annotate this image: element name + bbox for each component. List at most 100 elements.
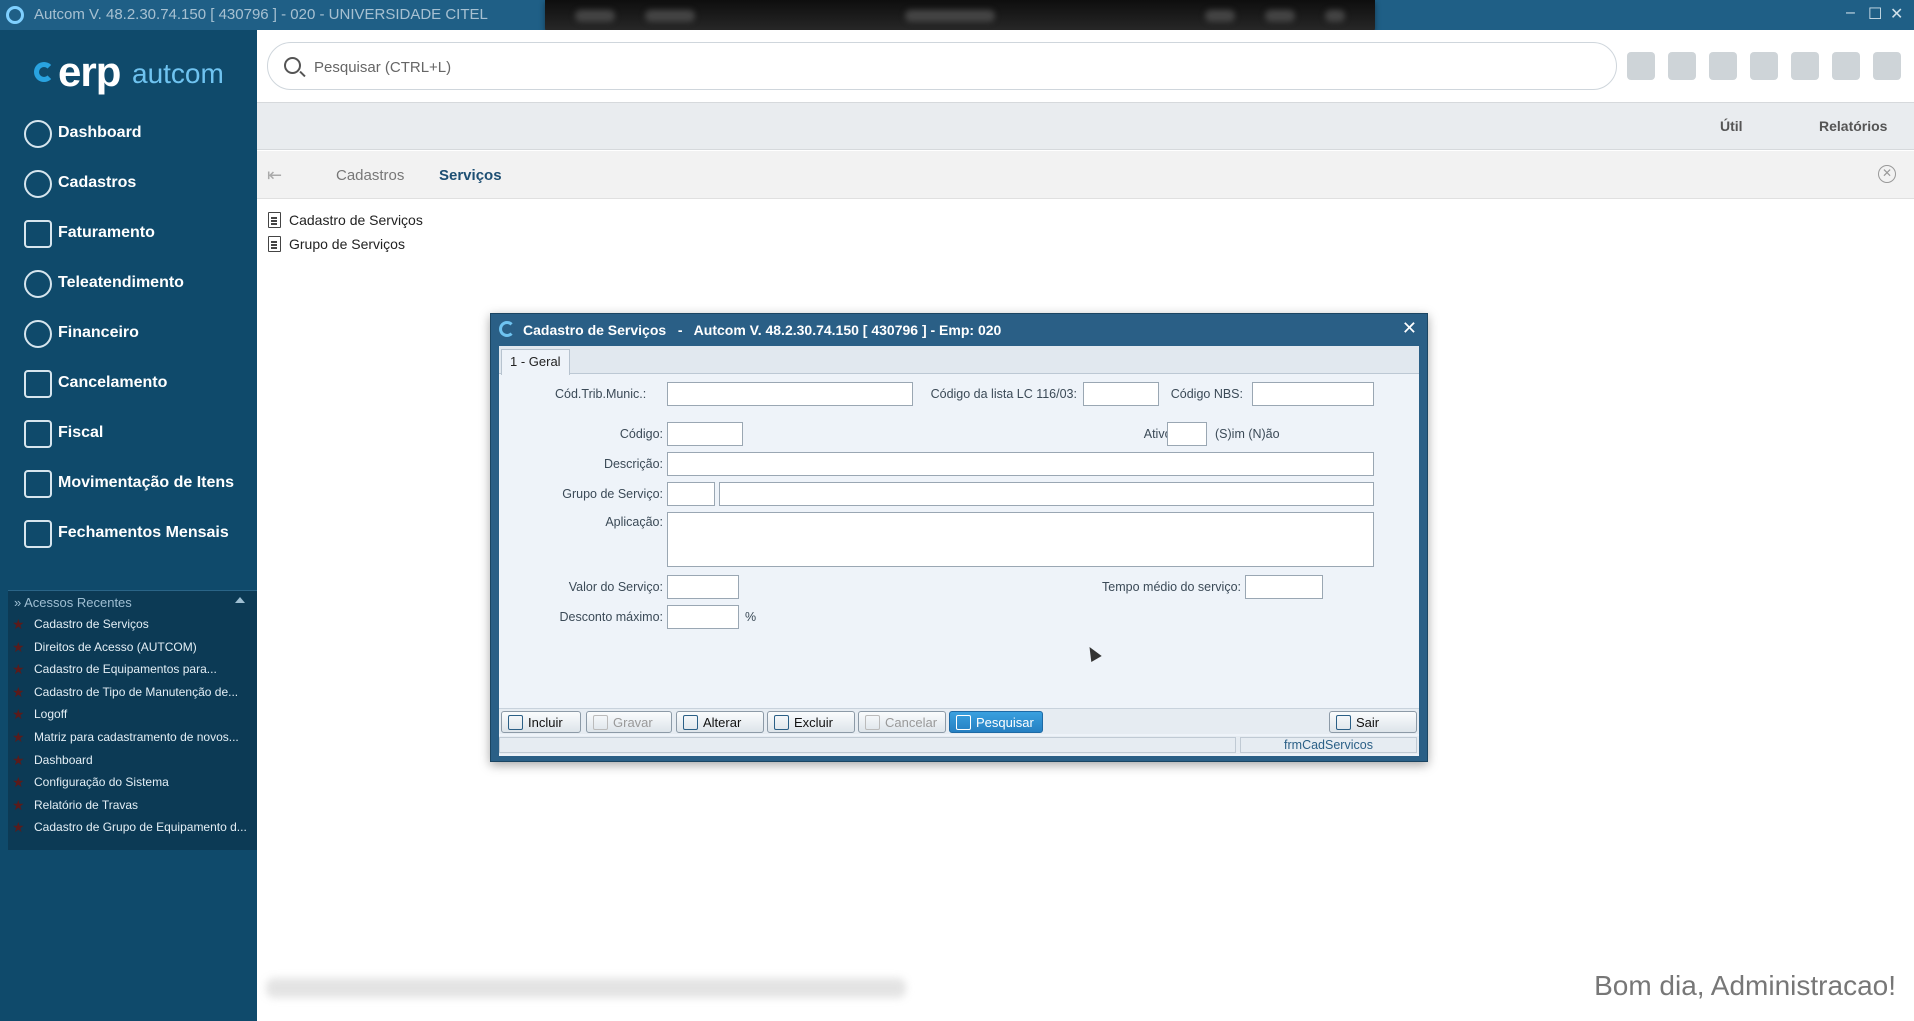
recent-item[interactable]: ★ Cadastro de Equipamentos para... [8, 658, 257, 681]
aplicacao-textarea[interactable] [667, 512, 1374, 567]
recent-item[interactable]: ★ Cadastro de Tipo de Manutenção de... [8, 681, 257, 704]
back-arrow-icon[interactable]: ⇤ [267, 165, 282, 186]
star-icon: ★ [12, 683, 25, 700]
star-icon: ★ [12, 728, 25, 745]
excluir-button[interactable]: Excluir [767, 711, 855, 733]
close-circle-icon[interactable]: ✕ [1878, 165, 1896, 183]
pesquisar-button[interactable]: Pesquisar [949, 711, 1043, 733]
star-icon: ★ [12, 819, 25, 836]
title-bar: Autcom V. 48.2.30.74.150 [ 430796 ] - 02… [0, 0, 1914, 34]
valor-field[interactable] [667, 575, 739, 599]
cod-nbs-field[interactable] [1252, 382, 1374, 406]
link-grupo-servicos[interactable]: Grupo de Serviços [268, 232, 423, 256]
service-form: Cód.Trib.Munic.: Código da lista LC 116/… [499, 375, 1419, 687]
mail-open-icon[interactable] [1668, 52, 1696, 80]
grupo-desc-field[interactable] [719, 482, 1374, 506]
minimize-icon[interactable]: – [1846, 4, 1855, 22]
services-menu-list: Cadastro de Serviços Grupo de Serviços [268, 208, 423, 256]
user-card-icon[interactable] [1832, 52, 1860, 80]
sidebar-item-dashboard[interactable]: Dashboard [0, 108, 257, 158]
main-nav: Dashboard Cadastros Faturamento Teleaten… [0, 108, 257, 558]
breadcrumb-parent[interactable]: Cadastros [336, 167, 404, 184]
sidebar-item-label: Teleatendimento [58, 274, 184, 291]
envelope-icon[interactable] [1750, 52, 1778, 80]
recent-item[interactable]: ★ Direitos de Acesso (AUTCOM) [8, 636, 257, 659]
search-input[interactable] [314, 55, 1594, 79]
user-add-icon [24, 170, 52, 198]
cancelar-button[interactable]: Cancelar [858, 711, 946, 733]
search-icon [284, 57, 301, 74]
recent-item[interactable]: ★ Matriz para cadastramento de novos... [8, 726, 257, 749]
descricao-field[interactable] [667, 452, 1374, 476]
form-name-status: frmCadServicos [1240, 737, 1417, 753]
headset-icon [24, 270, 52, 298]
chat-icon[interactable] [1709, 52, 1737, 80]
logo-mark-icon [34, 62, 54, 82]
sidebar-item-teleatendimento[interactable]: Teleatendimento [0, 258, 257, 308]
label-valor: Valor do Serviço: [568, 580, 663, 594]
sidebar-item-fechamentos[interactable]: Fechamentos Mensais [0, 508, 257, 558]
breadcrumb-current: Serviços [439, 167, 502, 184]
dialog-close-icon[interactable]: ✕ [1402, 318, 1417, 339]
exit-door-icon[interactable] [1873, 52, 1901, 80]
recent-item[interactable]: ★ Cadastro de Grupo de Equipamento d... [8, 816, 257, 839]
dialog-status-bar: frmCadServicos [499, 736, 1419, 754]
codigo-field[interactable] [667, 422, 743, 446]
label-descricao: Descrição: [603, 457, 663, 471]
alterar-button[interactable]: Alterar [676, 711, 764, 733]
menu-relatorios[interactable]: Relatórios [1819, 118, 1887, 134]
cod-trib-field[interactable] [667, 382, 913, 406]
ativo-field[interactable] [1167, 422, 1207, 446]
star-icon: ★ [12, 774, 25, 791]
sim-nao-hint: (S)im (N)ão [1215, 427, 1280, 441]
collapse-caret-icon[interactable] [235, 597, 245, 603]
desconto-field[interactable] [667, 605, 739, 629]
recent-access-header[interactable]: » Acessos Recentes [8, 591, 257, 613]
sidebar-item-cadastros[interactable]: Cadastros [0, 158, 257, 208]
dialog-button-bar: Incluir Gravar Alterar Excluir Cancelar … [499, 708, 1419, 734]
recent-item[interactable]: ★ Cadastro de Serviços [8, 613, 257, 636]
sidebar-item-faturamento[interactable]: Faturamento [0, 208, 257, 258]
tag-icon [24, 220, 52, 248]
search-box[interactable] [267, 42, 1617, 90]
sidebar-item-label: Fechamentos Mensais [58, 524, 229, 541]
support-agent-icon[interactable] [1627, 52, 1655, 80]
sidebar-item-label: Fiscal [58, 424, 104, 441]
sidebar-item-label: Movimentação de Itens [58, 474, 235, 491]
star-icon: ★ [12, 661, 25, 678]
gravar-button[interactable]: Gravar [586, 711, 672, 733]
menu-util[interactable]: Útil [1720, 118, 1743, 134]
cod-lc-field[interactable] [1083, 382, 1159, 406]
sidebar-item-fiscal[interactable]: Fiscal [0, 408, 257, 458]
maximize-icon[interactable]: ☐ [1868, 4, 1882, 24]
redacted-bar [545, 0, 1375, 34]
delete-x-icon [774, 715, 789, 730]
cancel-clipboard-icon [24, 370, 52, 398]
exit-icon [1336, 715, 1351, 730]
gear-icon[interactable] [1791, 52, 1819, 80]
link-cadastro-servicos[interactable]: Cadastro de Serviços [268, 208, 423, 232]
sidebar-item-movimentacao[interactable]: Movimentação de Itens [0, 458, 257, 508]
truck-icon [24, 470, 52, 498]
label-codigo: Código: [619, 427, 663, 441]
label-desconto: Desconto máximo: [559, 610, 663, 624]
label-aplicacao: Aplicação: [605, 515, 663, 529]
dialog-title-bar[interactable]: Cadastro de Serviços - Autcom V. 48.2.30… [491, 314, 1427, 344]
tempo-field[interactable] [1245, 575, 1323, 599]
recent-item[interactable]: ★ Dashboard [8, 749, 257, 772]
top-bar [257, 30, 1914, 102]
star-icon: ★ [12, 796, 25, 813]
speedometer-icon [24, 120, 52, 148]
sair-button[interactable]: Sair [1329, 711, 1417, 733]
sidebar-item-cancelamento[interactable]: Cancelamento [0, 358, 257, 408]
incluir-button[interactable]: Incluir [501, 711, 581, 733]
recent-item[interactable]: ★ Configuração do Sistema [8, 771, 257, 794]
recent-item[interactable]: ★ Logoff [8, 703, 257, 726]
close-window-icon[interactable]: ✕ [1890, 4, 1903, 24]
logo-erp-text: erp [58, 48, 121, 95]
sidebar-item-label: Faturamento [58, 224, 155, 241]
sidebar-item-financeiro[interactable]: Financeiro [0, 308, 257, 358]
tab-geral[interactable]: 1 - Geral [501, 349, 570, 375]
grupo-code-field[interactable] [667, 482, 715, 506]
recent-item[interactable]: ★ Relatório de Travas [8, 794, 257, 817]
